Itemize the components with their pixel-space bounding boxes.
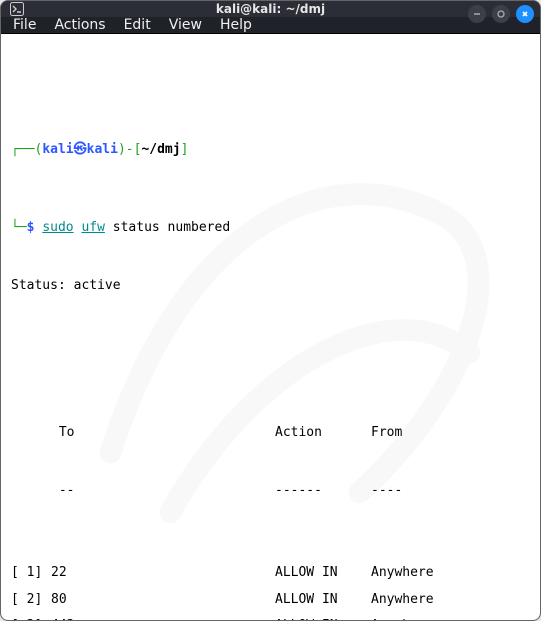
menu-actions[interactable]: Actions	[54, 17, 105, 33]
prompt-corner-bot: └─	[11, 220, 27, 235]
prompt-end: ]	[181, 142, 189, 157]
terminal-icon	[9, 1, 25, 17]
table-row: [ 2] 80ALLOW INAnywhere	[11, 590, 530, 610]
cmd-rest: status numbered	[105, 220, 230, 235]
header-action: Action	[275, 425, 322, 440]
watermark-icon	[1, 34, 540, 588]
rules-list: [ 1] 22ALLOW INAnywhere [ 2] 80ALLOW INAn…	[11, 563, 530, 621]
prompt-close: )-[	[118, 142, 141, 157]
terminal-window: kali@kali: ~/dmj File Actions Edit View …	[0, 0, 541, 621]
terminal-body[interactable]: ┌──(kali㉿kali)-[~/dmj] └─$ sudo ufw stat…	[1, 34, 540, 621]
window-title: kali@kali: ~/dmj	[1, 2, 540, 16]
menu-file[interactable]: File	[13, 17, 36, 33]
rule-header: To Action From	[11, 423, 530, 443]
prompt-line-2: └─$ sudo ufw status numbered	[11, 218, 530, 238]
prompt-path: ~/dmj	[141, 142, 180, 157]
cmd-ufw: ufw	[81, 220, 104, 235]
maximize-button[interactable]	[492, 5, 510, 23]
prompt-sep: ㉿	[74, 142, 87, 157]
close-button[interactable]	[516, 5, 534, 23]
prompt-corner-top: ┌──(	[11, 142, 42, 157]
prompt-dollar: $	[27, 220, 43, 235]
menubar: File Actions Edit View Help	[1, 17, 540, 34]
menu-edit[interactable]: Edit	[124, 17, 151, 33]
rule-header-underline: ------------	[11, 481, 530, 501]
prompt-user: kali	[42, 142, 73, 157]
minimize-button[interactable]	[468, 5, 486, 23]
header-to: To	[59, 425, 75, 440]
titlebar: kali@kali: ~/dmj	[1, 1, 540, 17]
menu-view[interactable]: View	[169, 17, 202, 33]
table-row: [ 1] 22ALLOW INAnywhere	[11, 563, 530, 583]
menu-help[interactable]: Help	[220, 17, 252, 33]
prompt-line-1: ┌──(kali㉿kali)-[~/dmj]	[11, 140, 530, 160]
window-controls	[468, 5, 534, 23]
prompt-host: kali	[87, 142, 118, 157]
table-row: [ 3] 443ALLOW INAnywhere	[11, 616, 530, 621]
status-line: Status: active	[11, 276, 530, 296]
header-from: From	[371, 425, 402, 440]
cmd-sudo: sudo	[42, 220, 73, 235]
